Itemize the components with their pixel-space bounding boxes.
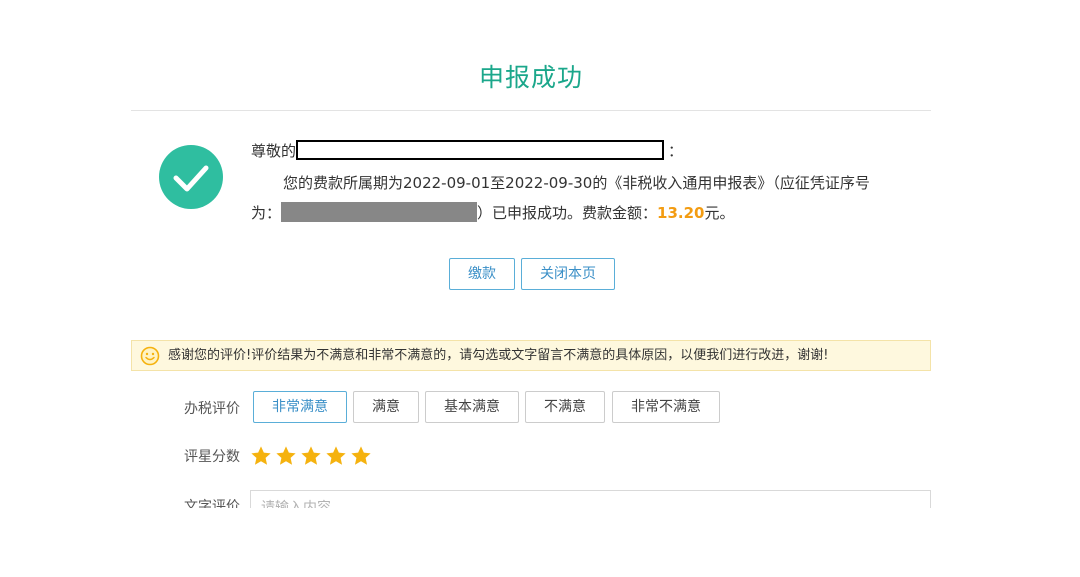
smile-icon [140, 346, 160, 366]
rating-option-dissatisfied[interactable]: 不满意 [525, 391, 605, 423]
title-divider [131, 110, 931, 111]
fee-amount: 13.20 [657, 204, 705, 222]
greeting-prefix: 尊敬的 [251, 142, 297, 160]
star-icon[interactable] [300, 445, 322, 467]
rating-option-very-dissatisfied[interactable]: 非常不满意 [612, 391, 720, 423]
feedback-notice: 感谢您的评价!评价结果为不满意和非常不满意的，请勾选或文字留言不满意的具体原因，… [131, 340, 931, 371]
redacted-name [296, 139, 665, 160]
close-page-button[interactable]: 关闭本页 [521, 258, 615, 290]
star-icon[interactable] [250, 445, 272, 467]
star-rating[interactable] [250, 445, 375, 469]
viewport-cutoff [0, 508, 1080, 577]
star-icon[interactable] [275, 445, 297, 467]
rating-label: 办税评价 [184, 401, 240, 417]
star-icon[interactable] [325, 445, 347, 467]
result-line: 为： ）已申报成功。费款金额：13.20元。 [251, 201, 735, 224]
check-circle-icon [159, 145, 223, 209]
star-icon[interactable] [350, 445, 372, 467]
currency-unit: 元。 [704, 204, 735, 222]
greeting-suffix: ： [668, 142, 684, 160]
redacted-serial-number [281, 201, 478, 222]
stars-label: 评星分数 [184, 449, 240, 465]
rating-option-satisfied[interactable]: 满意 [353, 391, 419, 423]
greeting-line: 尊敬的 ： [251, 139, 684, 162]
rating-option-very-satisfied[interactable]: 非常满意 [253, 391, 347, 423]
notice-text: 感谢您的评价!评价结果为不满意和非常不满意的，请勾选或文字留言不满意的具体原因，… [168, 348, 829, 363]
pay-button[interactable]: 缴款 [449, 258, 515, 290]
page-title: 申报成功 [478, 63, 583, 92]
serial-prefix: 为： [251, 204, 282, 222]
declaration-success-page: 申报成功 尊敬的 ： 您的费款所属期为2022-09-01至2022-09-30的… [0, 0, 1080, 577]
result-text: ）已申报成功。费款金额： [477, 204, 658, 222]
period-line: 您的费款所属期为2022-09-01至2022-09-30的《非税收入通用申报表… [283, 174, 870, 192]
rating-option-basically-satisfied[interactable]: 基本满意 [425, 391, 519, 423]
